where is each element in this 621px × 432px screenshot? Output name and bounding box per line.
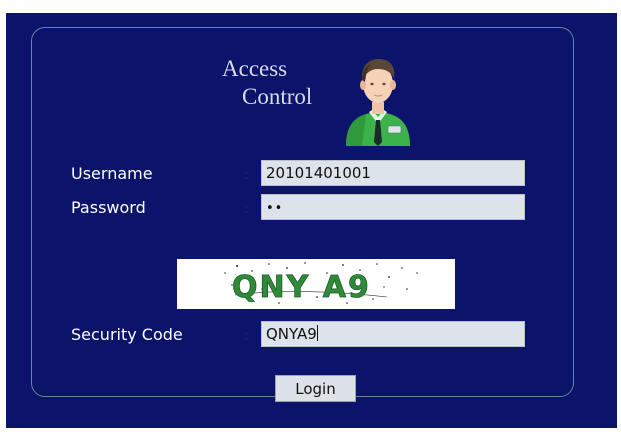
password-mask: •• [266, 201, 284, 216]
text-cursor [316, 325, 318, 341]
security-code-colon: : [244, 328, 249, 344]
password-colon: : [244, 201, 249, 217]
security-code-label: Security Code [71, 325, 183, 344]
title-line-2: Control [242, 84, 313, 109]
title-line-1: Access [222, 56, 288, 81]
page: Access Control Username : Password : •• [0, 0, 621, 432]
security-code-input[interactable]: QNYA9 [261, 321, 525, 347]
security-code-value: QNYA9 [266, 325, 317, 343]
page-title: Access Control [212, 55, 332, 111]
captcha-text: QNY A9 [232, 270, 371, 305]
username-colon: : [244, 167, 249, 183]
password-input[interactable]: •• [261, 194, 525, 220]
login-button[interactable]: Login [275, 375, 356, 402]
username-label: Username [71, 164, 153, 183]
username-input[interactable] [261, 160, 525, 186]
captcha-image: QNY A9 [177, 259, 455, 309]
password-label: Password [71, 198, 146, 217]
user-avatar-icon [346, 59, 410, 146]
